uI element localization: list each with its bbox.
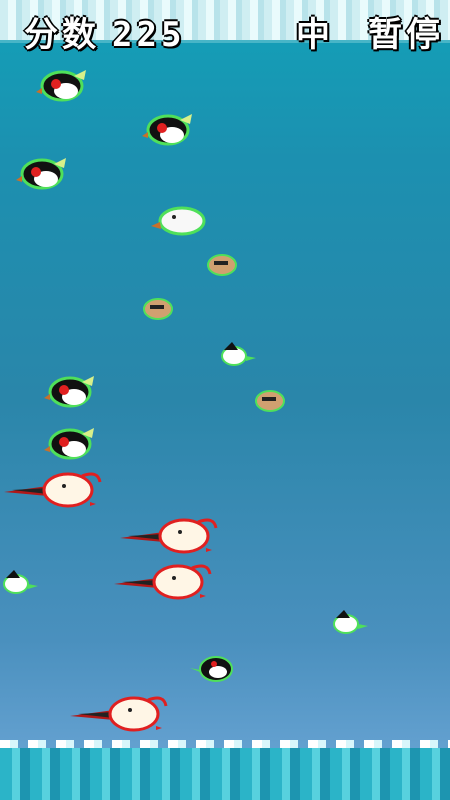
difficulty-level-indicator[interactable]: 中 [296,18,334,52]
small-black-white-bird-icon[interactable] [0,568,40,596]
small-black-white-bird-icon[interactable] [330,608,370,636]
small-brown-bird-icon[interactable] [250,386,290,416]
penguin-rockhopper-icon[interactable] [44,372,100,412]
penguin-rockhopper-icon[interactable] [16,154,72,194]
hud: 分数 225 中 暂停 [0,12,450,62]
sea-waves [0,748,450,800]
long-beak-bird-icon[interactable] [118,514,218,558]
white-bird-icon[interactable] [150,204,212,238]
small-brown-bird-icon[interactable] [202,250,242,280]
score-value: 225 [112,15,186,55]
penguin-rockhopper-icon[interactable] [36,66,92,106]
penguin-rockhopper-icon[interactable] [142,110,198,150]
long-beak-bird-icon[interactable] [2,468,102,512]
long-beak-bird-icon[interactable] [112,560,212,604]
long-beak-bird-icon[interactable] [68,692,168,736]
small-brown-bird-icon[interactable] [138,294,178,324]
pause-button[interactable]: 暂停 [368,18,444,52]
penguin-rockhopper-icon[interactable] [44,424,100,464]
small-black-white-bird-icon[interactable] [218,340,258,368]
score-label: 分数 [24,15,100,55]
penguin-small-icon[interactable] [188,652,240,686]
